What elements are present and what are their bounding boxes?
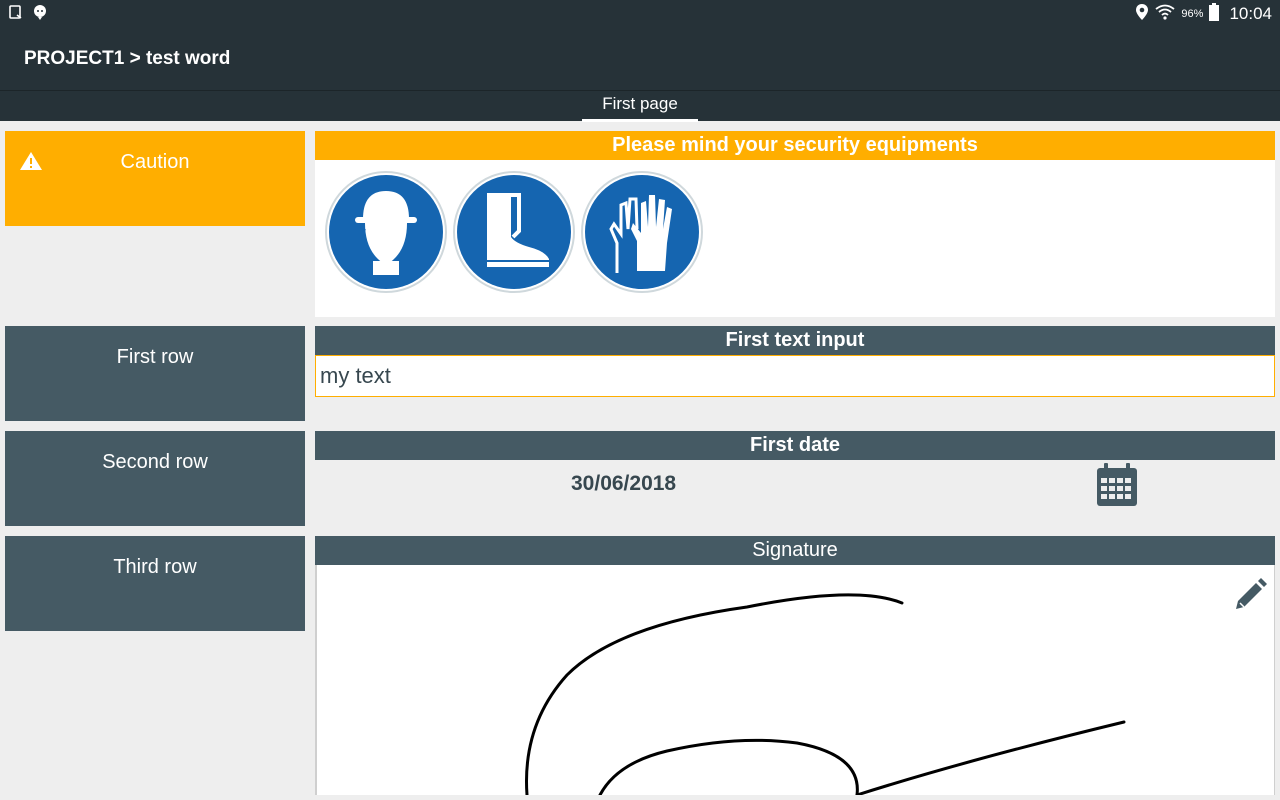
text-input-panel: First text input — [315, 326, 1275, 397]
first-text-input[interactable] — [315, 355, 1275, 397]
signature-panel: Signature — [315, 536, 1275, 795]
wifi-icon — [1155, 4, 1175, 23]
row-label-text: First row — [116, 346, 194, 368]
row-label-text: Caution — [120, 151, 190, 173]
tab-bar: First page — [0, 90, 1280, 122]
location-icon — [1135, 3, 1149, 24]
row-label-text: Second row — [102, 451, 208, 473]
date-field[interactable]: 30/06/2018 — [315, 460, 1275, 510]
equipment-area — [315, 160, 1275, 317]
clock: 10:04 — [1229, 3, 1272, 23]
security-panel: Please mind your security equipments — [315, 131, 1275, 317]
helmet-icon — [325, 171, 447, 293]
row-label-text: Third row — [113, 556, 197, 578]
breadcrumb-title: PROJECT1 > test word — [24, 48, 231, 69]
row-label-first: First row — [5, 326, 305, 421]
tab-indicator — [582, 119, 698, 122]
text-input-header: First text input — [315, 326, 1275, 355]
signature-header: Signature — [315, 536, 1275, 565]
date-value[interactable]: 30/06/2018 — [571, 472, 676, 496]
row-label-caution: Caution — [5, 131, 305, 226]
tab-first-page[interactable]: First page — [582, 91, 698, 122]
gloves-icon — [581, 171, 703, 293]
security-header: Please mind your security equipments — [315, 131, 1275, 160]
notification-icon — [8, 4, 24, 25]
edit-signature-icon[interactable] — [1232, 575, 1268, 616]
app-bar: PROJECT1 > test word — [0, 26, 1280, 90]
signature-canvas[interactable] — [315, 565, 1275, 795]
date-header: First date — [315, 431, 1275, 460]
battery-icon — [1209, 3, 1220, 24]
row-label-second: Second row — [5, 431, 305, 526]
date-panel: First date 30/06/2018 — [315, 431, 1275, 510]
boots-icon — [453, 171, 575, 293]
warning-icon — [19, 151, 43, 177]
status-bar: 96% 10:04 — [0, 0, 1280, 26]
chat-icon — [32, 4, 48, 25]
calendar-icon[interactable] — [1095, 462, 1139, 513]
battery-level: 96% — [1181, 7, 1204, 20]
signature-strokes — [525, 593, 1126, 795]
row-label-third: Third row — [5, 536, 305, 631]
tab-label: First page — [602, 94, 678, 113]
